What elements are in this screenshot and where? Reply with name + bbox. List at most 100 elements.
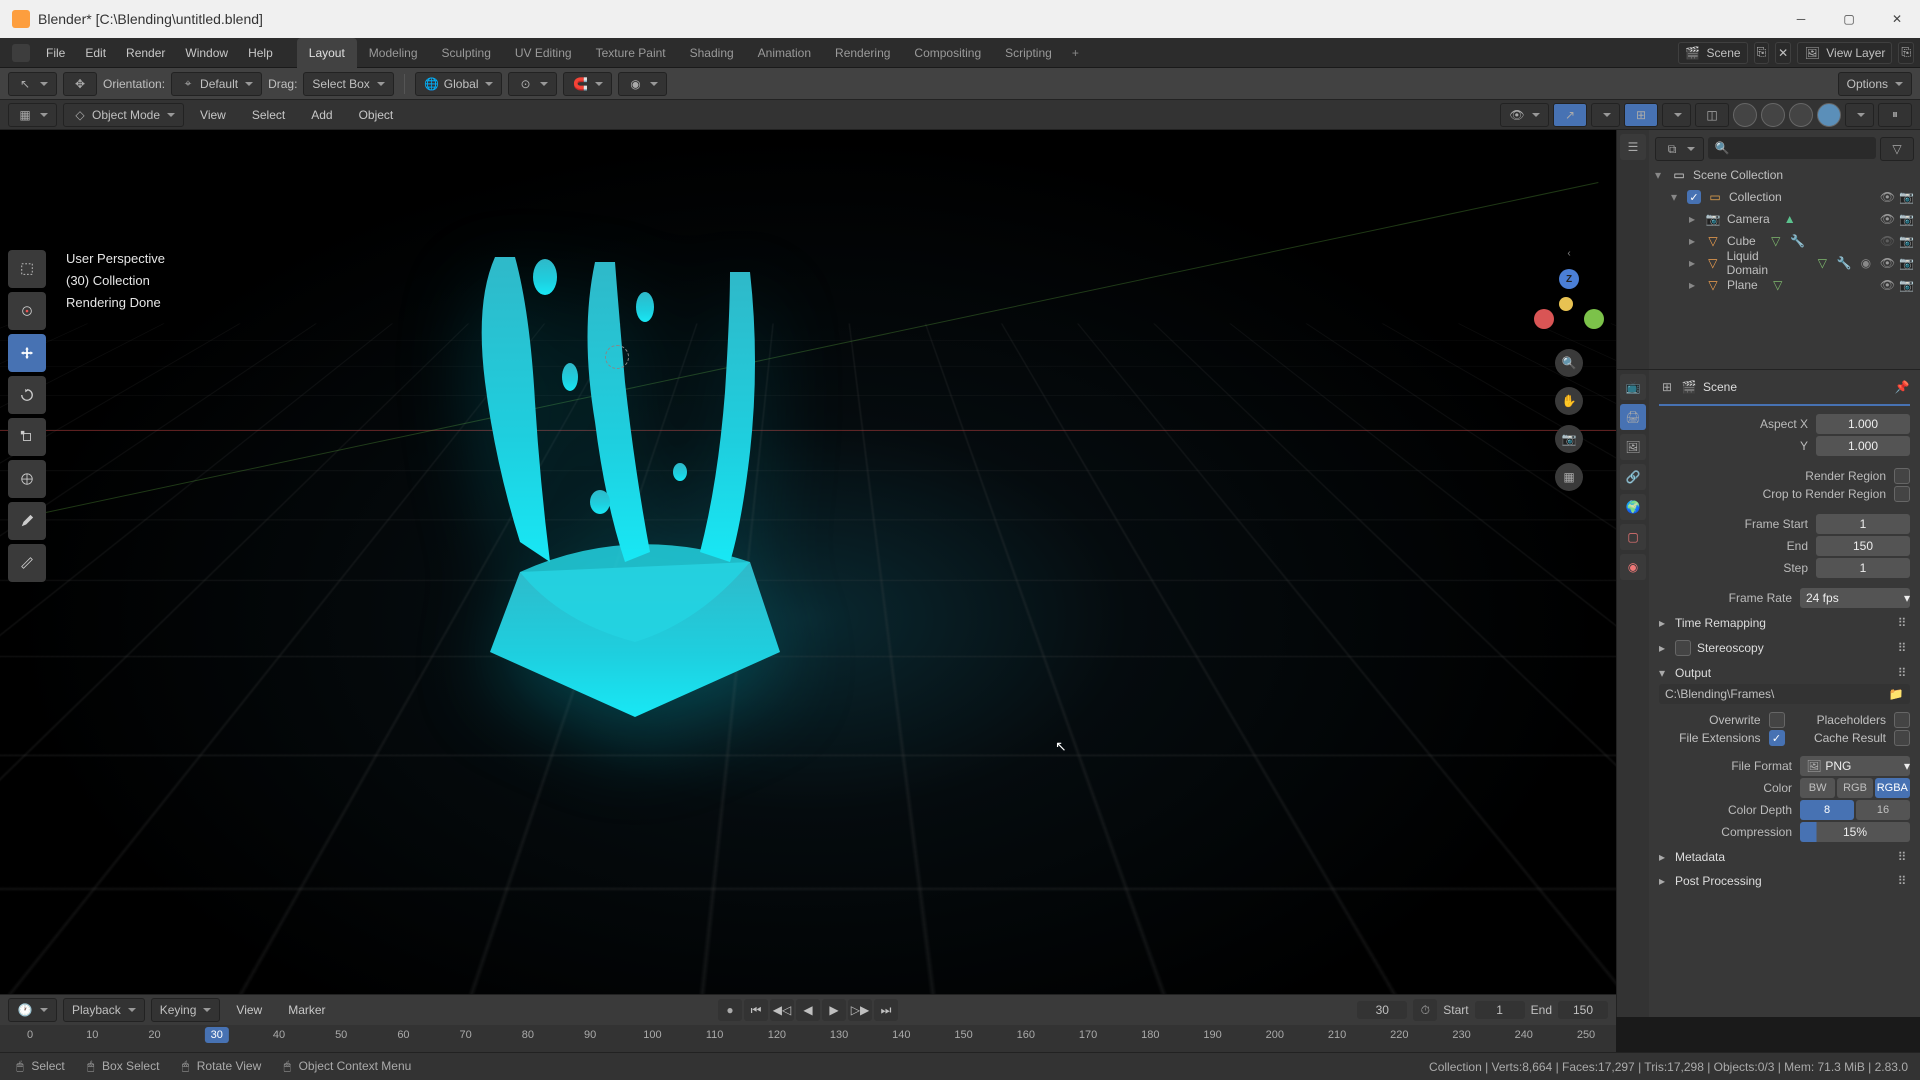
orientation-dropdown[interactable]: ⌖Default bbox=[171, 72, 262, 96]
options-dropdown[interactable]: Options bbox=[1838, 72, 1912, 96]
prop-tab-material[interactable]: ◉ bbox=[1620, 554, 1646, 580]
depth-8-button[interactable]: 8 bbox=[1800, 800, 1854, 820]
proportional-dropdown[interactable]: ◉ bbox=[618, 72, 667, 96]
eye-icon[interactable]: 👁 bbox=[1880, 212, 1895, 226]
collection-enable-checkbox[interactable] bbox=[1687, 190, 1701, 204]
frame-end-field[interactable]: 150 bbox=[1816, 536, 1910, 556]
outliner-item-liquid[interactable]: ▸ ▽ Liquid Domain ▽ 🔧 ◉ 👁📷 bbox=[1649, 252, 1920, 274]
pan-button[interactable]: ✋ bbox=[1555, 387, 1583, 415]
drag-dropdown[interactable]: Select Box bbox=[303, 72, 393, 96]
viewlayer-new-button[interactable]: ⎘ bbox=[1898, 42, 1914, 64]
menu-render[interactable]: Render bbox=[116, 38, 175, 68]
end-frame-field[interactable]: 150 bbox=[1558, 1001, 1608, 1019]
stereo-checkbox[interactable] bbox=[1675, 640, 1691, 656]
render-icon[interactable]: 📷 bbox=[1899, 256, 1914, 270]
prop-tab-render[interactable]: 📺 bbox=[1620, 374, 1646, 400]
outliner-editor-type[interactable]: ☰ bbox=[1620, 134, 1646, 160]
panel-postprocessing[interactable]: ▸Post Processing⠿ bbox=[1659, 868, 1910, 892]
tab-add-button[interactable]: + bbox=[1064, 38, 1087, 68]
render-pause-button[interactable]: ⏸ bbox=[1878, 103, 1912, 127]
vp-menu-select[interactable]: Select bbox=[242, 100, 295, 130]
visibility-dropdown[interactable]: 👁 bbox=[1500, 103, 1549, 127]
xray-toggle[interactable]: ◫ bbox=[1695, 103, 1729, 127]
panel-metadata[interactable]: ▸Metadata⠿ bbox=[1659, 844, 1910, 868]
folder-icon[interactable]: 📁 bbox=[1888, 687, 1904, 701]
timeline-ruler[interactable]: 0102030405060708090100110120130140150160… bbox=[0, 1025, 1616, 1053]
blender-logo-icon[interactable] bbox=[12, 44, 30, 62]
tab-sculpting[interactable]: Sculpting bbox=[430, 38, 503, 68]
outliner-item-plane[interactable]: ▸ ▽ Plane ▽ 👁📷 bbox=[1649, 274, 1920, 296]
eye-icon[interactable]: 👁 bbox=[1880, 190, 1895, 204]
tab-uv-editing[interactable]: UV Editing bbox=[503, 38, 584, 68]
tool-select-box[interactable] bbox=[8, 250, 46, 288]
placeholders-checkbox[interactable] bbox=[1894, 712, 1910, 728]
outliner-item-camera[interactable]: ▸ 📷 Camera ▲ 👁📷 bbox=[1649, 208, 1920, 230]
vp-menu-view[interactable]: View bbox=[190, 100, 236, 130]
start-frame-field[interactable]: 1 bbox=[1475, 1001, 1525, 1019]
pivot-dropdown[interactable]: ⊙ bbox=[508, 72, 557, 96]
tool-rotate[interactable] bbox=[8, 376, 46, 414]
menu-file[interactable]: File bbox=[36, 38, 75, 68]
jump-start-button[interactable]: ⏮ bbox=[744, 999, 768, 1021]
panel-menu-icon[interactable]: ⠿ bbox=[1894, 850, 1910, 864]
tool-move[interactable] bbox=[8, 334, 46, 372]
panel-stereoscopy[interactable]: ▸Stereoscopy⠿ bbox=[1659, 634, 1910, 660]
overwrite-checkbox[interactable] bbox=[1769, 712, 1785, 728]
tool-cursor[interactable] bbox=[8, 292, 46, 330]
timeline-editor-type[interactable]: 🕐 bbox=[8, 998, 57, 1022]
scene-selector[interactable]: 🎬 Scene bbox=[1678, 42, 1748, 64]
cache-checkbox[interactable] bbox=[1894, 730, 1910, 746]
outliner-collection[interactable]: ▾ ▭ Collection 👁📷 bbox=[1649, 186, 1920, 208]
gizmo-toggle[interactable]: ↗ bbox=[1553, 103, 1587, 127]
shading-options-dropdown[interactable] bbox=[1845, 103, 1874, 127]
outliner-scene-collection[interactable]: ▾ ▭ Scene Collection bbox=[1649, 164, 1920, 186]
menu-window[interactable]: Window bbox=[175, 38, 238, 68]
tool-select-dropdown[interactable]: ↖ bbox=[8, 72, 57, 96]
scene-new-button[interactable]: ⎘ bbox=[1754, 42, 1770, 64]
eye-off-icon[interactable]: 👁 bbox=[1880, 234, 1895, 248]
tool-measure[interactable] bbox=[8, 544, 46, 582]
sidebar-toggle[interactable]: ‹ bbox=[1567, 248, 1570, 259]
color-rgba-button[interactable]: RGBA bbox=[1875, 778, 1910, 798]
play-reverse-button[interactable]: ◀ bbox=[796, 999, 820, 1021]
gizmo-settings-dropdown[interactable] bbox=[1591, 103, 1620, 127]
close-button[interactable]: ✕ bbox=[1874, 0, 1920, 38]
eye-icon[interactable]: 👁 bbox=[1880, 256, 1895, 270]
pin-icon[interactable]: 📌 bbox=[1894, 380, 1910, 394]
gizmo-neg-axis[interactable] bbox=[1559, 297, 1573, 311]
gizmo-y-axis[interactable] bbox=[1584, 309, 1604, 329]
axis-gizmo[interactable]: Z bbox=[1534, 269, 1604, 339]
viewlayer-selector[interactable]: 🖼 View Layer bbox=[1797, 42, 1892, 64]
vp-menu-object[interactable]: Object bbox=[349, 100, 404, 130]
tab-modeling[interactable]: Modeling bbox=[357, 38, 430, 68]
render-icon[interactable]: 📷 bbox=[1899, 278, 1914, 292]
panel-menu-icon[interactable]: ⠿ bbox=[1894, 616, 1910, 630]
scene-delete-button[interactable]: ✕ bbox=[1775, 42, 1791, 64]
ortho-toggle-button[interactable]: ▦ bbox=[1555, 463, 1583, 491]
current-frame-field[interactable]: 30 bbox=[1357, 1001, 1407, 1019]
file-format-dropdown[interactable]: 🖼 PNG▾ bbox=[1800, 756, 1910, 776]
timeline-marker-menu[interactable]: Marker bbox=[278, 995, 335, 1025]
panel-output[interactable]: ▾Output⠿ bbox=[1659, 660, 1910, 684]
vp-menu-add[interactable]: Add bbox=[301, 100, 342, 130]
editor-type-icon[interactable]: ⊞ bbox=[1659, 380, 1675, 394]
outliner-display-mode[interactable]: ⧉ bbox=[1655, 137, 1704, 161]
mode-dropdown[interactable]: ◇Object Mode bbox=[63, 103, 184, 127]
tab-texture-paint[interactable]: Texture Paint bbox=[584, 38, 678, 68]
tool-annotate[interactable] bbox=[8, 502, 46, 540]
panel-menu-icon[interactable]: ⠿ bbox=[1894, 641, 1910, 655]
panel-menu-icon[interactable]: ⠿ bbox=[1894, 666, 1910, 680]
camera-view-button[interactable]: 📷 bbox=[1555, 425, 1583, 453]
tab-shading[interactable]: Shading bbox=[678, 38, 746, 68]
keyframe-next-button[interactable]: ▷▶ bbox=[848, 999, 872, 1021]
output-path-field[interactable]: C:\Blending\Frames\📁 bbox=[1659, 684, 1910, 704]
prop-tab-object[interactable]: ▢ bbox=[1620, 524, 1646, 550]
gizmo-z-axis[interactable]: Z bbox=[1559, 269, 1579, 289]
frame-rate-dropdown[interactable]: 24 fps ▾ bbox=[1800, 588, 1910, 608]
liquid-mesh[interactable] bbox=[400, 222, 870, 752]
shading-rendered[interactable] bbox=[1817, 103, 1841, 127]
frame-step-field[interactable]: 1 bbox=[1816, 558, 1910, 578]
overlay-toggle[interactable]: ⊞ bbox=[1624, 103, 1658, 127]
keying-menu[interactable]: Keying bbox=[151, 998, 221, 1022]
transform-space-dropdown[interactable]: 🌐Global bbox=[415, 72, 503, 96]
